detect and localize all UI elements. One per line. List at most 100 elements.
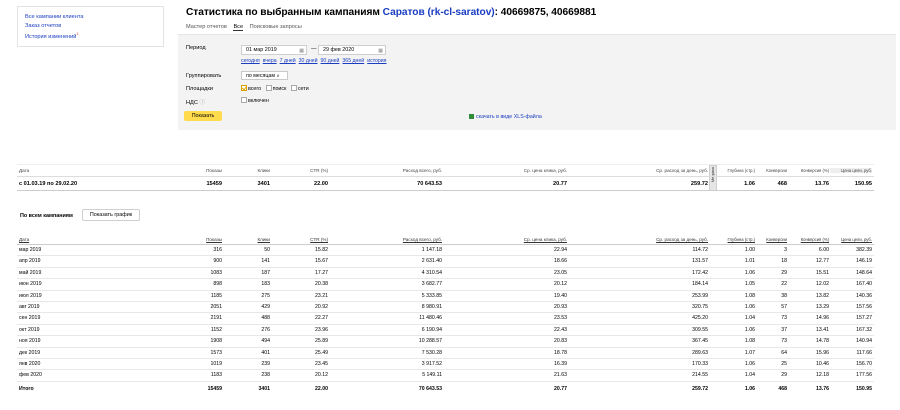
checkbox-checked-icon[interactable] — [241, 85, 247, 91]
platform-networks-option[interactable]: сети — [290, 85, 309, 92]
cell-depth: 1.04 — [744, 372, 755, 379]
cell-conversion-rate: 10.46 — [816, 360, 829, 367]
cell-goal-cost: 156.70 — [856, 360, 872, 367]
date-from-value: 01 мар 2019 — [246, 47, 277, 53]
table-total-row: Итого 15459 3401 22.00 70 643.53 20.77 2… — [17, 384, 874, 396]
total-clicks: 3401 — [258, 385, 270, 392]
cell-month: дек 2019 — [19, 349, 41, 356]
checkbox-icon[interactable] — [265, 85, 272, 91]
platforms-label: Площадки — [186, 86, 214, 92]
col-date-header[interactable]: Дата — [19, 237, 29, 242]
group-select[interactable]: по месяцам ∨ — [241, 71, 288, 80]
date-from-input[interactable]: 01 мар 2019 ▦ — [241, 45, 307, 55]
col-impressions-header[interactable]: Показы — [180, 237, 222, 242]
side-links-panel: Все кампании клиента Заказ отчетов Истор… — [17, 6, 164, 47]
cell-depth: 1.04 — [744, 315, 755, 322]
cell-clicks: 239 — [261, 360, 270, 367]
tab-all[interactable]: Все — [233, 24, 244, 31]
title-prefix: Статистика по выбранным кампаниям — [186, 7, 380, 18]
range-history[interactable]: история — [367, 58, 386, 64]
vat-option[interactable]: включен — [241, 97, 269, 104]
cell-clicks: 183 — [261, 281, 270, 288]
table-row: июл 2019 1185 275 23.21 5 333.85 19.40 253.99 1… — [17, 291, 874, 302]
all-campaigns-title: По всем кампаниям — [20, 213, 73, 219]
cell-daily-spend: 170.33 — [692, 360, 708, 367]
help-icon[interactable]: ⓘ — [199, 100, 205, 106]
calendar-icon[interactable]: ▦ — [299, 47, 304, 55]
total-ctr: 22.00 — [315, 385, 328, 392]
cell-depth: 1.01 — [744, 258, 755, 265]
show-chart-button[interactable]: Показать график — [82, 209, 140, 221]
metrika-label: Метрика — [711, 167, 715, 183]
range-today[interactable]: сегодня — [241, 58, 260, 64]
summary-conversion-rate: 13.76 — [815, 181, 829, 187]
col-ctr-header[interactable]: CTR (%) — [284, 237, 328, 242]
change-history-link[interactable]: История изменений1 — [25, 30, 163, 41]
table-row: мар 2019 316 50 15.82 1 147.18 22.94 114.72 1.0… — [17, 245, 874, 257]
col-depth-header[interactable]: Глубина (стр.) — [718, 237, 755, 242]
cell-goal-cost: 146.19 — [856, 258, 872, 265]
summary-header-daily-spend: Ср. расход за день, руб. — [656, 168, 708, 173]
cell-cpc: 18.78 — [554, 349, 567, 356]
col-daily-spend-header[interactable]: Ср. расход за день, руб. — [630, 237, 708, 242]
col-cpc-header[interactable]: Ср. цена клика, руб. — [500, 237, 567, 242]
range-90-days[interactable]: 90 дней — [321, 58, 340, 64]
summary-depth: 1.06 — [744, 181, 755, 187]
cell-cpc: 21.63 — [554, 372, 567, 379]
cell-cpc: 20.83 — [554, 338, 567, 345]
xls-download-link[interactable]: скачать в виде XLS-файла — [469, 114, 542, 120]
range-7-days[interactable]: 7 дней — [280, 58, 296, 64]
table-body: мар 2019 316 50 15.82 1 147.18 22.94 114.72 1.0… — [17, 245, 874, 382]
cell-spend: 1 147.18 — [421, 247, 442, 253]
cell-goal-cost: 167.40 — [856, 281, 872, 288]
campaign-link[interactable]: Саратов (rk-cl-saratov) — [383, 7, 495, 18]
change-history-label[interactable]: История изменений — [25, 34, 76, 40]
checkbox-icon[interactable] — [290, 85, 297, 91]
col-goal-cost-header[interactable]: Цена цели, руб. — [830, 237, 872, 242]
report-orders-link[interactable]: Заказ отчетов — [25, 22, 163, 31]
col-spend-header[interactable]: Расход всего, руб. — [380, 237, 442, 242]
all-client-campaigns-link[interactable]: Все кампании клиента — [25, 13, 163, 22]
cell-ctr: 17.27 — [315, 269, 328, 276]
vat-option-label: включен — [248, 98, 269, 104]
table-row: сен 2019 2191 488 22.27 11 480.46 23.53 425.20… — [17, 313, 874, 325]
cell-depth: 1.08 — [744, 292, 755, 299]
cell-spend: 5 149.11 — [422, 372, 442, 379]
col-conversions-header[interactable]: Конверсии — [757, 237, 787, 242]
col-conversion-rate-header[interactable]: Конверсия (%) — [789, 237, 829, 242]
cell-depth: 1.05 — [744, 281, 755, 288]
date-to-input[interactable]: 29 фев 2020 ▦ — [318, 45, 386, 55]
cell-month: июл 2019 — [19, 292, 42, 299]
tab-search-queries[interactable]: Поисковые запросы — [250, 24, 302, 30]
chevron-down-icon: ∨ — [276, 73, 280, 78]
platform-search-option[interactable]: поиск — [265, 85, 286, 92]
col-clicks-header[interactable]: Клики — [230, 237, 271, 242]
range-yesterday[interactable]: вчера — [263, 58, 277, 64]
cell-impressions: 900 — [213, 258, 222, 265]
cell-depth: 1.06 — [744, 360, 755, 367]
platform-all-option[interactable]: всего — [241, 85, 261, 92]
excel-icon — [469, 114, 474, 119]
range-365-days[interactable]: 365 дней — [342, 58, 364, 64]
cell-conversion-rate: 13.29 — [816, 303, 829, 310]
table-row: авг 2019 2051 429 20.92 8 980.91 20.93 320.75 1… — [17, 302, 874, 314]
table-row: ноя 2019 1908 494 25.89 10 288.57 20.83 367.45… — [17, 336, 874, 348]
show-button[interactable]: Показать — [184, 111, 222, 121]
cell-impressions: 1083 — [210, 269, 222, 276]
cell-conversion-rate: 12.18 — [816, 372, 829, 379]
cell-goal-cost: 117.66 — [856, 349, 872, 356]
cell-conversion-rate: 6.00 — [818, 247, 829, 253]
cell-daily-spend: 214.55 — [692, 372, 708, 379]
summary-clicks: 3401 — [257, 181, 270, 187]
range-30-days[interactable]: 30 дней — [299, 58, 318, 64]
summary-ctr: 22.00 — [314, 181, 328, 187]
cell-goal-cost: 167.32 — [856, 326, 872, 333]
tab-report-wizard[interactable]: Мастер отчетов — [186, 24, 227, 30]
period-label: Период — [186, 45, 206, 51]
cell-spend: 8 980.91 — [421, 303, 442, 310]
total-goal-cost: 150.95 — [856, 385, 872, 392]
checkbox-icon[interactable] — [241, 97, 247, 103]
cell-spend: 2 631.40 — [421, 258, 442, 265]
calendar-icon[interactable]: ▦ — [378, 47, 383, 55]
cell-spend: 3 682.77 — [421, 281, 442, 288]
